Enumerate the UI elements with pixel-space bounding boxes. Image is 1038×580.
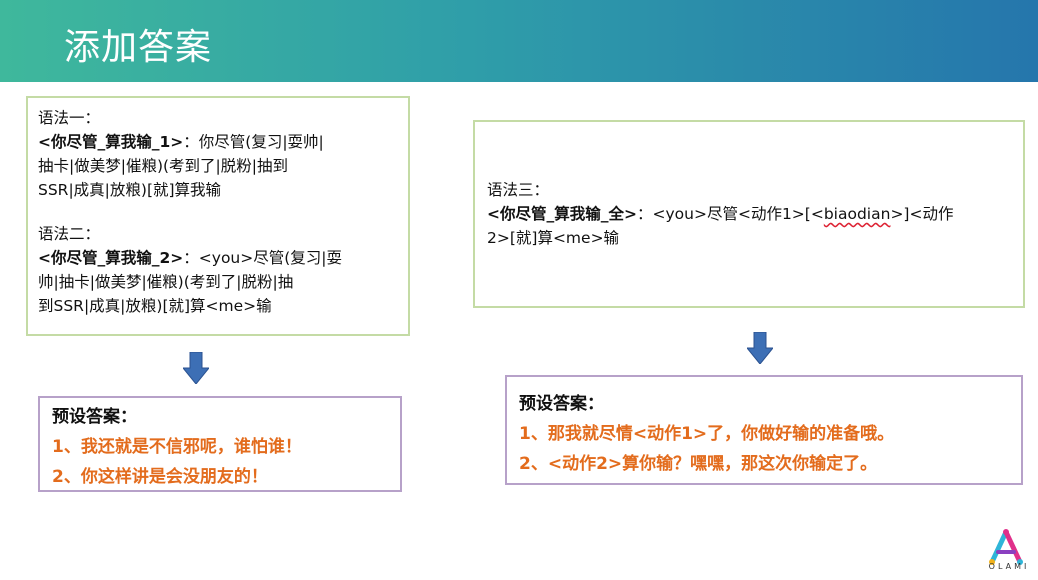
preset-title: 预设答案： — [52, 407, 137, 427]
grammar-1-body-3: SSR|成真|放粮)[就]算我输 — [38, 181, 222, 199]
grammar-2-label: 语法二： — [38, 225, 101, 243]
preset-answers-right: 预设答案： 1、那我就尽情<动作1>了，你做好输的准备哦。 2、<动作2>算你输… — [505, 375, 1023, 485]
grammar-3-body-2: 2>[就]算<me>输 — [487, 229, 620, 247]
grammar-2-body-2: 帅|抽卡|做美梦|催粮)(考到了|脱粉|抽 — [38, 273, 294, 291]
title-bar: 添加答案 — [0, 0, 1038, 82]
preset-answer-2: 2、你这样讲是会没朋友的！ — [52, 467, 268, 487]
preset-answer-2: 2、<动作2>算你输？嘿嘿，那这次你输定了。 — [519, 454, 878, 474]
preset-answer-1: 1、我还就是不信邪呢，谁怕谁！ — [52, 437, 302, 457]
grammar-1-colon: ： — [183, 133, 199, 151]
grammar-box-right: 语法三： <你尽管_算我输_全>：<you>尽管<动作1>[<biaodian>… — [473, 120, 1025, 308]
grammar-2-name: <你尽管_算我输_2> — [38, 249, 184, 267]
grammar-2-colon: ： — [183, 249, 199, 267]
grammar-3-name: <你尽管_算我输_全> — [487, 205, 637, 223]
grammar-3-body-b: >]<动作 — [890, 205, 954, 223]
slide-title: 添加答案 — [64, 27, 213, 68]
grammar-3-body-a: <you>尽管<动作1>[< — [652, 205, 824, 223]
grammar-2: 语法二： <你尽管_算我输_2>：<you>尽管(复习|耍 帅|抽卡|做美梦|催… — [38, 222, 398, 318]
grammar-1-name: <你尽管_算我输_1> — [38, 133, 184, 151]
grammar-box-left: 语法一： <你尽管_算我输_1>：你尽管(复习|耍帅| 抽卡|做美梦|催粮)(考… — [26, 96, 410, 336]
grammar-2-body-3: 到SSR|成真|放粮)[就]算<me>输 — [38, 297, 272, 315]
olami-logo-text: OLAMI — [988, 562, 1030, 571]
grammar-3: 语法三： <你尽管_算我输_全>：<you>尽管<动作1>[<biaodian>… — [487, 178, 1011, 250]
down-arrow-icon — [747, 332, 773, 364]
grammar-3-colon: ： — [636, 205, 653, 223]
grammar-1-body-1: 你尽管(复习|耍帅| — [198, 133, 324, 151]
grammar-1-label: 语法一： — [38, 109, 101, 127]
preset-answers-left: 预设答案： 1、我还就是不信邪呢，谁怕谁！ 2、你这样讲是会没朋友的！ — [38, 396, 402, 492]
preset-answer-1: 1、那我就尽情<动作1>了，你做好输的准备哦。 — [519, 424, 895, 444]
grammar-3-label: 语法三： — [487, 181, 550, 199]
grammar-2-body-1: <you>尽管(复习|耍 — [198, 249, 343, 267]
preset-title: 预设答案： — [519, 394, 604, 414]
down-arrow-icon — [183, 352, 209, 384]
grammar-1-body-2: 抽卡|做美梦|催粮)(考到了|脱粉|抽到 — [38, 157, 288, 175]
grammar-1: 语法一： <你尽管_算我输_1>：你尽管(复习|耍帅| 抽卡|做美梦|催粮)(考… — [38, 106, 398, 202]
grammar-3-body-wavy: biaodian — [823, 205, 891, 223]
